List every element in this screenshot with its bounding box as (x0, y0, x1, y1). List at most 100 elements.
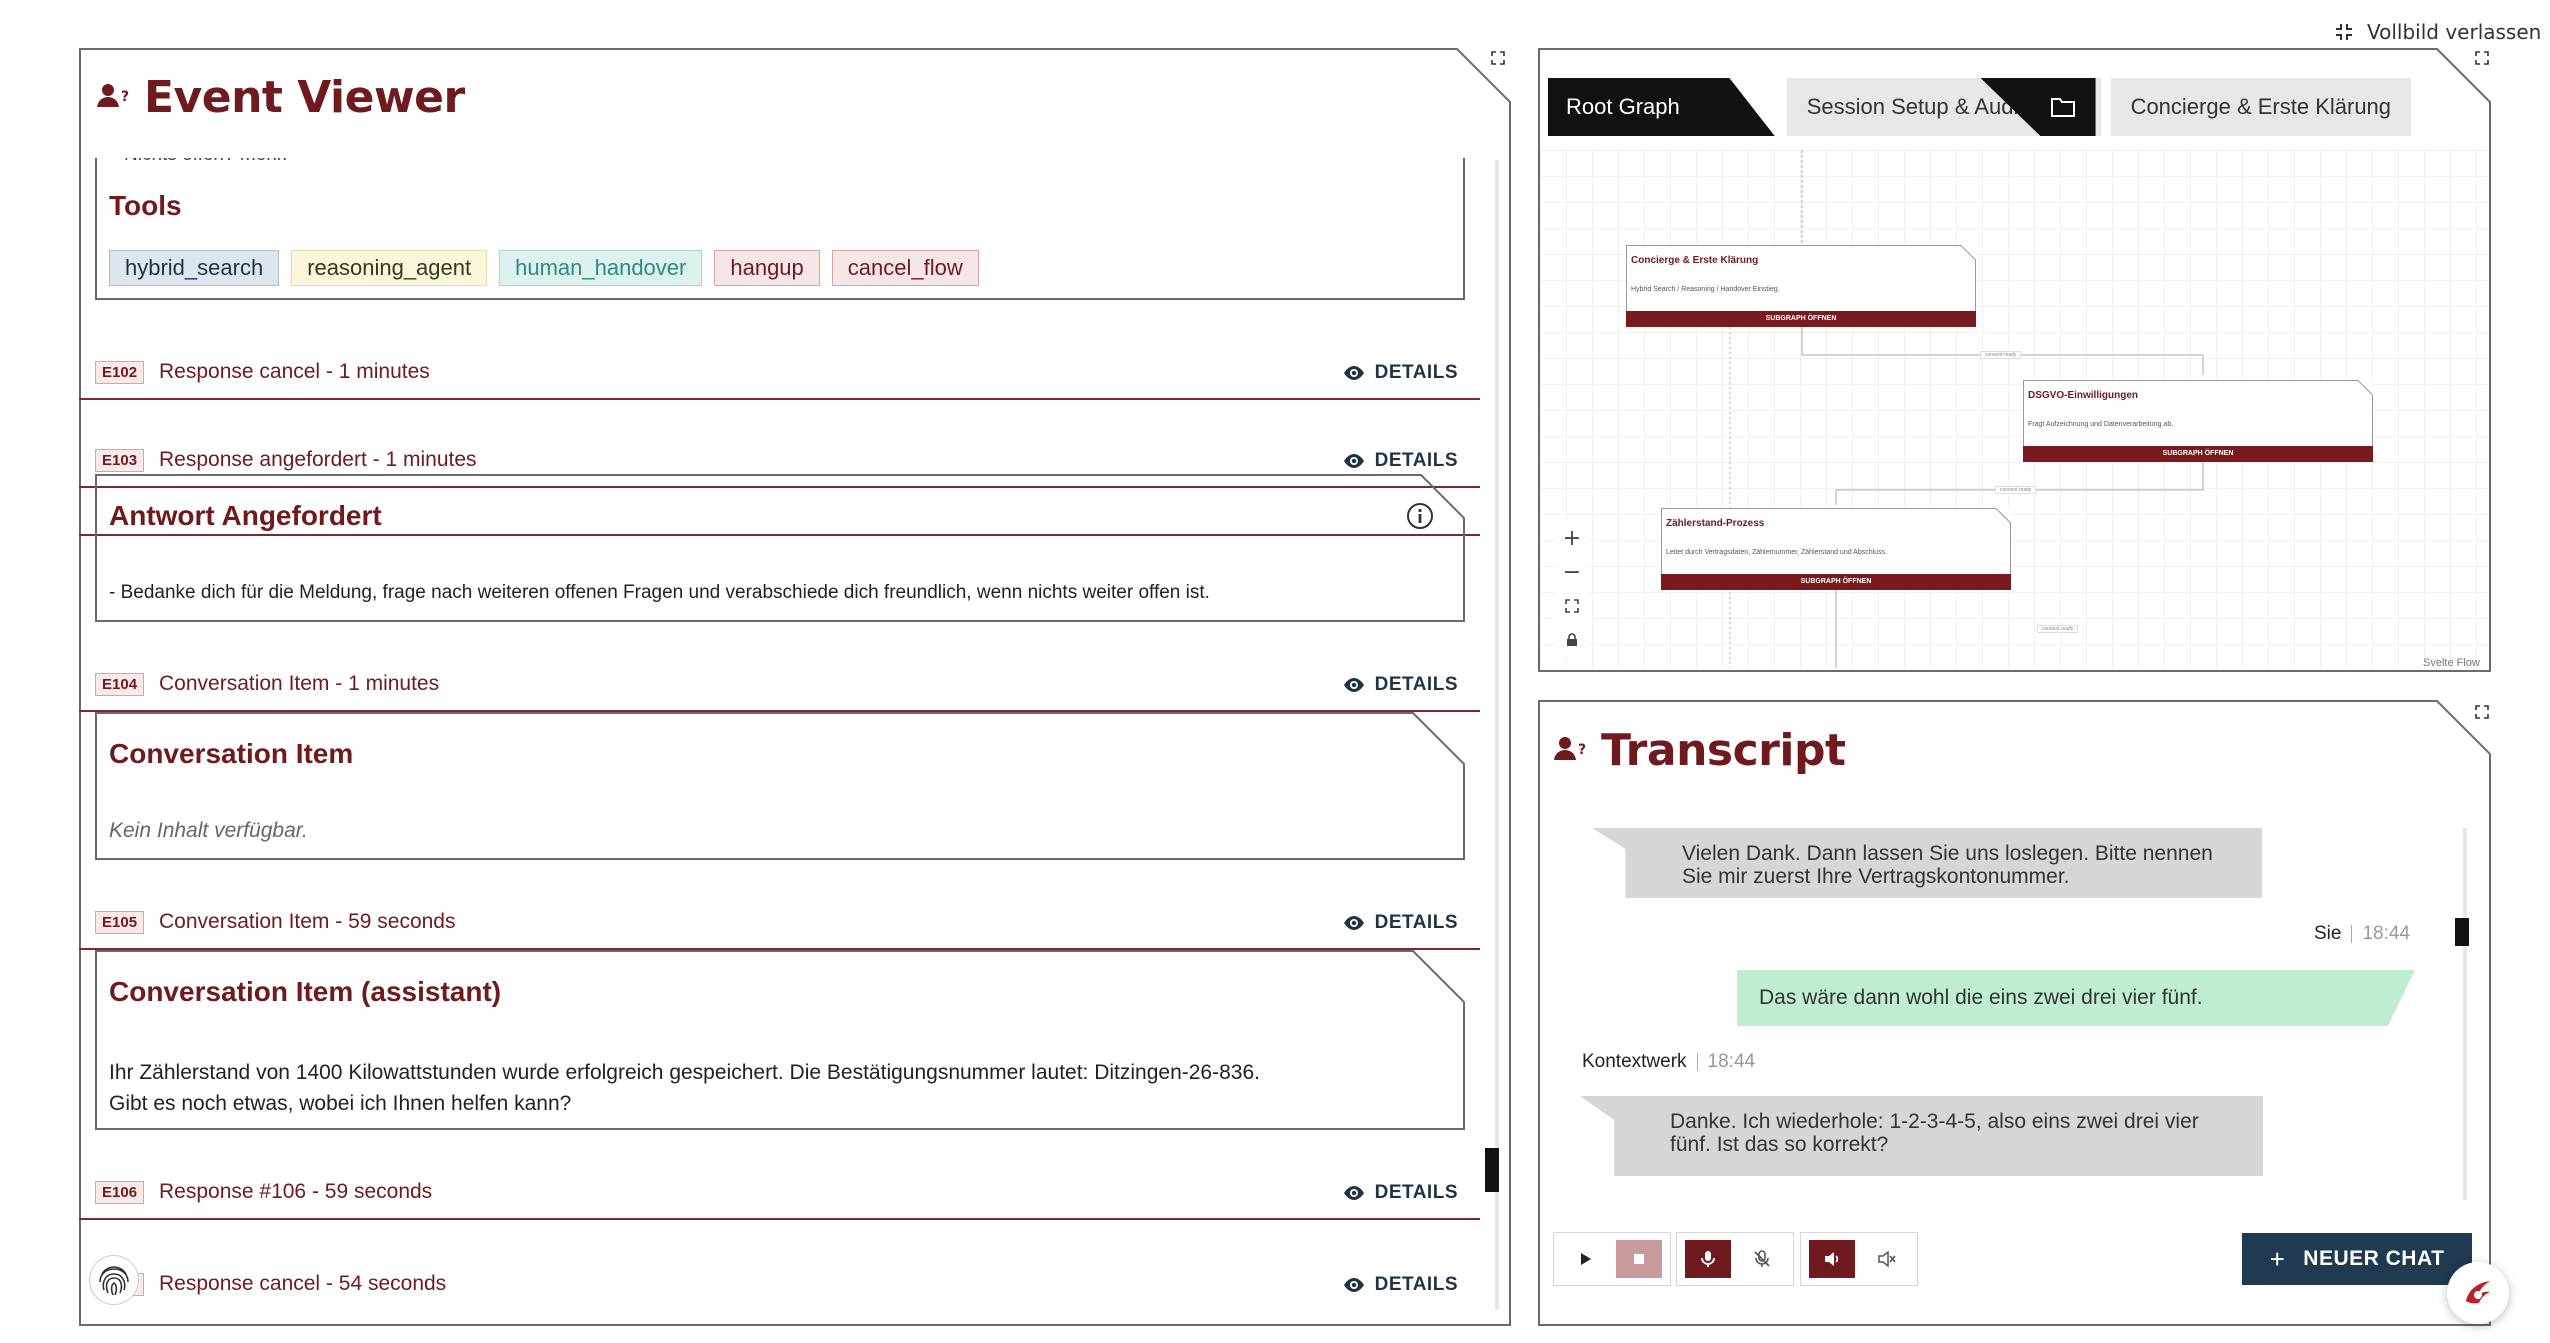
node-desc: Leitet durch Vertragsdaten, Zählernummer… (1666, 549, 1888, 556)
event-id-badge: E104 (95, 673, 145, 696)
event-text: Response cancel - 1 minutes (159, 360, 430, 383)
antwort-text: - Bedanke dich für die Meldung, frage na… (109, 582, 1210, 603)
stop-button[interactable] (1616, 1240, 1662, 1278)
details-label: DETAILS (1374, 1274, 1458, 1295)
svelte-flow-attribution[interactable]: Svelte Flow (2423, 657, 2480, 669)
details-button[interactable]: DETAILS (1343, 450, 1458, 472)
event-text: Response cancel - 54 seconds (159, 1272, 447, 1295)
brand-assistant-button[interactable] (2447, 1262, 2509, 1324)
svg-text:?: ? (1578, 742, 1586, 758)
transcript-scrollbar-track[interactable] (2463, 828, 2467, 1200)
message-text: Das wäre dann wohl die eins zwei drei vi… (1759, 986, 2203, 1010)
microphone-controls (1676, 1232, 1794, 1286)
node-title: Zählerstand-Prozess (1666, 518, 1765, 529)
edge-label: consent.ready (1995, 486, 2037, 494)
details-label: DETAILS (1374, 674, 1458, 695)
zoom-out-button[interactable]: − (1555, 555, 1589, 589)
eye-icon (1343, 916, 1364, 930)
event-text: Conversation Item - 1 minutes (159, 672, 440, 695)
person-question-icon: ? (1553, 732, 1587, 770)
expand-icon[interactable] (2475, 705, 2489, 719)
speaker-controls (1800, 1232, 1918, 1286)
graph-tabs: Root Graph Session Setup & Audio Concier… (1548, 78, 2412, 136)
event-id-badge: E102 (95, 361, 145, 384)
details-button[interactable]: DETAILS (1343, 674, 1458, 696)
timestamp: 18:44 (2362, 923, 2411, 944)
event-scrollbar-track[interactable] (1495, 160, 1499, 1310)
conversation-item-title: Conversation Item (109, 738, 354, 769)
expand-icon[interactable] (2475, 51, 2489, 65)
transcript-scrollbar-thumb[interactable] (2455, 918, 2469, 946)
assistant-item-line1: Ihr Zählerstand von 1400 Kilowattstunden… (109, 1061, 1260, 1084)
exit-fullscreen-button[interactable]: Vollbild verlassen (2335, 18, 2541, 46)
user-message: Das wäre dann wohl die eins zwei drei vi… (1737, 970, 2415, 1026)
details-label: DETAILS (1374, 1182, 1458, 1203)
lock-icon (1567, 633, 1577, 646)
event-scrollbar-thumb[interactable] (1485, 1148, 1499, 1192)
event-row-e106: E106 Response #106 - 59 seconds DETAILS (79, 1130, 1480, 1220)
mic-off-button[interactable] (1739, 1240, 1785, 1278)
speaker-on-button[interactable] (1809, 1240, 1855, 1278)
plus-icon: + (1562, 525, 1582, 551)
event-text: Response angefordert - 1 minutes (159, 448, 477, 471)
fit-view-icon (1565, 599, 1579, 613)
fingerprint-button[interactable] (89, 1255, 139, 1305)
play-button[interactable] (1562, 1240, 1608, 1278)
node-open-subgraph-button[interactable]: SUBGRAPH ÖFFNEN (1626, 311, 1976, 327)
tab-label: Root Graph (1566, 94, 1680, 119)
details-button[interactable]: DETAILS (1343, 1182, 1458, 1204)
event-row-e107: E107 Response cancel - 54 seconds DETAIL… (79, 1220, 1480, 1310)
graph-canvas[interactable]: consent.ready consent.ready consent.read… (1540, 150, 2489, 668)
tool-chip: cancel_flow (831, 250, 979, 286)
node-title: Concierge & Erste Klärung (1631, 255, 1759, 266)
node-open-subgraph-button[interactable]: SUBGRAPH ÖFFNEN (2023, 446, 2373, 462)
svg-text:?: ? (121, 89, 129, 105)
graph-node-dsgvo[interactable]: DSGVO-Einwilligungen Fragt Aufzeichnung … (2023, 380, 2373, 462)
tab-concierge[interactable]: Concierge & Erste Klärung (2110, 78, 2412, 136)
details-label: DETAILS (1374, 450, 1458, 471)
new-chat-button[interactable]: + NEUER CHAT (2242, 1233, 2472, 1285)
node-open-subgraph-button[interactable]: SUBGRAPH ÖFFNEN (1661, 574, 2011, 590)
details-button[interactable]: DETAILS (1343, 1274, 1458, 1296)
tab-root-graph[interactable]: Root Graph (1548, 78, 1775, 136)
assistant-item-line2: Gibt es noch etwas, wobei ich Ihnen helf… (109, 1092, 572, 1115)
antwort-title: Antwort Angefordert (109, 500, 382, 531)
info-icon[interactable] (1406, 502, 1434, 530)
tools-card: Tools hybrid_search reasoning_agent huma… (95, 158, 1465, 300)
tool-chip: hangup (714, 250, 820, 286)
event-viewer-title: Event Viewer (144, 72, 465, 123)
eye-icon (1343, 366, 1364, 380)
speaker-off-button[interactable] (1863, 1240, 1909, 1278)
stop-icon (1634, 1254, 1644, 1264)
tools-title: Tools (109, 190, 182, 221)
fingerprint-icon (99, 1266, 129, 1296)
transcript-header: ? Transcript (1553, 725, 1846, 776)
zoom-in-button[interactable]: + (1555, 521, 1589, 555)
eye-icon (1343, 454, 1364, 468)
message-meta: Sie 18:44 (2314, 923, 2410, 945)
graph-node-zaehlerstand[interactable]: Zählerstand-Prozess Leitet durch Vertrag… (1661, 508, 2011, 590)
expand-icon[interactable] (1491, 51, 1505, 65)
eye-icon (1343, 678, 1364, 692)
collapse-icon (2336, 24, 2352, 40)
details-button[interactable]: DETAILS (1343, 362, 1458, 384)
message-meta: Kontextwerk 18:44 (1582, 1051, 1755, 1073)
details-button[interactable]: DETAILS (1343, 912, 1458, 934)
event-row-e102: E102 Response cancel - 1 minutes DETAILS (79, 310, 1480, 400)
details-label: DETAILS (1374, 362, 1458, 383)
edge-label: consent.ready (1980, 351, 2022, 359)
playback-controls (1553, 1232, 1671, 1286)
event-id-badge: E103 (95, 449, 145, 472)
event-row-e105: E105 Conversation Item - 59 seconds DETA… (79, 860, 1480, 950)
graph-node-concierge[interactable]: Concierge & Erste Klärung Hybrid Search … (1626, 245, 1976, 327)
node-desc: Fragt Aufzeichnung und Datenverarbeitung… (2028, 421, 2174, 428)
play-icon (1581, 1253, 1591, 1265)
divider (2351, 925, 2353, 943)
fit-view-button[interactable] (1555, 589, 1589, 623)
event-id-badge: E105 (95, 911, 145, 934)
microphone-off-icon (1754, 1250, 1770, 1267)
timestamp: 18:44 (1707, 1051, 1756, 1072)
mic-on-button[interactable] (1685, 1240, 1731, 1278)
event-list[interactable]: Nichts offen? mehr. Tools hybrid_search … (79, 158, 1480, 1318)
lock-button[interactable] (1555, 623, 1589, 657)
